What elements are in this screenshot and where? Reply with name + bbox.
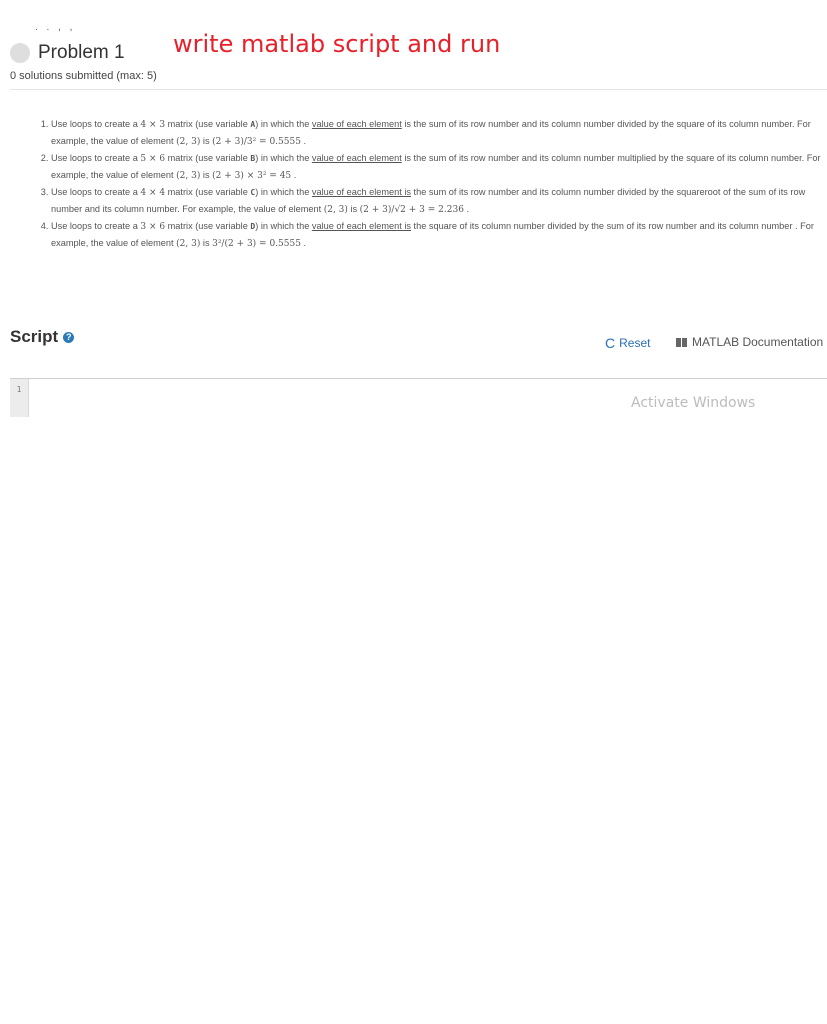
problem-list: Use loops to create a 4 × 3 matrix (use … (36, 116, 827, 252)
reset-label: Reset (619, 336, 651, 350)
script-title: Script (10, 327, 59, 346)
line-number: 1 (16, 385, 22, 394)
list-item: Use loops to create a 5 × 6 matrix (use … (51, 150, 827, 184)
list-item: Use loops to create a 4 × 3 matrix (use … (51, 116, 827, 150)
problem-header: Problem 1 (10, 42, 125, 64)
submission-count: 0 solutions submitted (max: 5) (10, 70, 157, 82)
list-item: Use loops to create a 4 × 4 matrix (use … (51, 184, 827, 218)
divider (10, 89, 827, 90)
book-icon (676, 337, 687, 347)
refresh-icon: C (605, 335, 616, 351)
activate-windows-watermark: Activate Windows (631, 395, 756, 411)
handwritten-annotation: write matlab script and run (173, 30, 501, 58)
script-heading: Script ? (10, 327, 75, 347)
editor-gutter: 1 (10, 379, 29, 417)
problem-title: Problem 1 (38, 42, 125, 63)
breadcrumb: . . , , (35, 22, 76, 33)
list-item: Use loops to create a 3 × 6 matrix (use … (51, 218, 827, 252)
status-circle-icon (10, 43, 30, 63)
matlab-documentation-link[interactable]: MATLAB Documentation (676, 335, 823, 349)
help-icon[interactable]: ? (63, 331, 75, 343)
reset-button[interactable]: C Reset (605, 335, 650, 351)
docs-label: MATLAB Documentation (692, 335, 824, 349)
